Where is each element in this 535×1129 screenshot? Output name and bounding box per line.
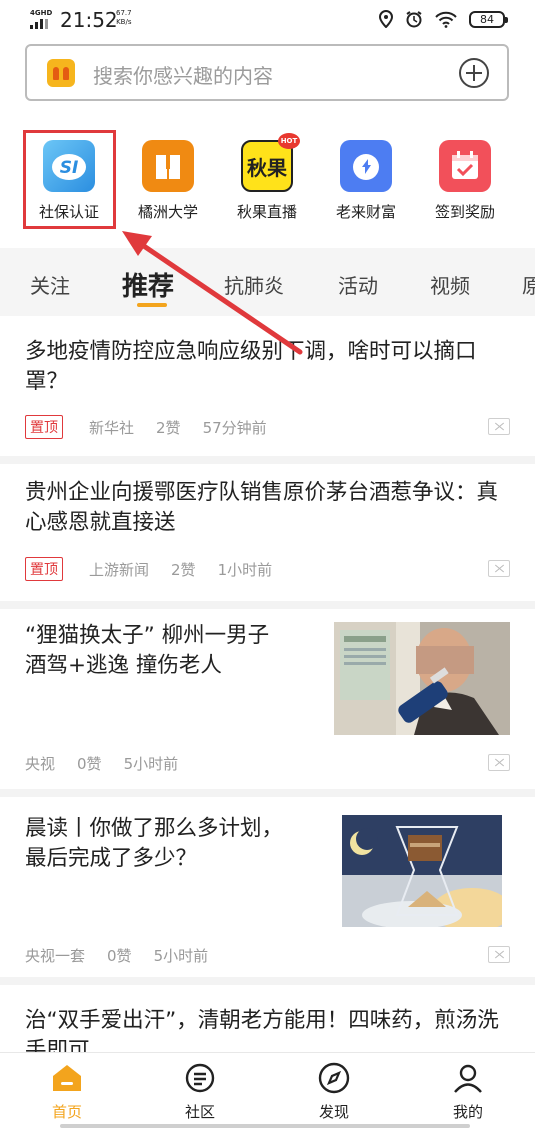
news-meta: 央视一套 0赞 5小时前 bbox=[25, 945, 230, 966]
nav-home[interactable]: 首页 bbox=[27, 1061, 107, 1122]
nav-label: 社区 bbox=[184, 1103, 215, 1121]
profile-icon bbox=[454, 1064, 482, 1093]
community-icon bbox=[185, 1063, 215, 1093]
nav-community[interactable]: 社区 bbox=[160, 1061, 240, 1122]
hourglass-photo[interactable] bbox=[342, 815, 502, 927]
signal-icon: 4GHD bbox=[30, 9, 52, 29]
home-indicator bbox=[60, 1124, 470, 1128]
location-icon bbox=[379, 10, 393, 28]
tab-recommended[interactable]: 推荐 bbox=[122, 266, 174, 303]
shortcut-label: 签到奖励 bbox=[434, 203, 495, 221]
dismiss-icon[interactable] bbox=[488, 560, 510, 577]
divider bbox=[0, 789, 535, 797]
shortcut-checkin-reward[interactable]: 签到奖励 bbox=[417, 140, 513, 222]
shortcut-label: 秋果直播 bbox=[236, 203, 297, 221]
news-title[interactable]: 贵州企业向援鄂医疗队销售原价茅台酒惹争议：真心感恩就直接送 bbox=[25, 478, 515, 538]
news-time: 5小时前 bbox=[153, 947, 209, 965]
news-likes: 2赞 bbox=[156, 418, 181, 437]
news-likes: 2赞 bbox=[171, 560, 196, 579]
shortcut-elderly-wealth[interactable]: 老来财富 bbox=[318, 140, 414, 222]
news-likes: 0赞 bbox=[77, 755, 102, 773]
breathalyzer-photo[interactable] bbox=[334, 622, 510, 735]
divider bbox=[0, 977, 535, 985]
status-bar: 4GHD 21:52 67.7 KB/s 84 bbox=[0, 0, 535, 40]
tab-activities[interactable]: 活动 bbox=[338, 270, 378, 299]
news-title[interactable]: 晨读丨你做了那么多计划，最后完成了多少？ bbox=[25, 814, 289, 874]
calendar-check-icon bbox=[439, 140, 491, 192]
clock: 21:52 bbox=[60, 8, 118, 32]
nav-label: 首页 bbox=[51, 1103, 82, 1121]
news-item[interactable]: 治“双手爱出汗”，清朝老方能用！四味药，煎汤洗手即可 bbox=[0, 985, 535, 1052]
news-item[interactable]: 多地疫情防控应急响应级别下调，啥时可以摘口罩？ 置顶 新华社 2赞 57分钟前 bbox=[0, 316, 535, 456]
status-icons: 84 bbox=[379, 10, 508, 28]
dismiss-icon[interactable] bbox=[488, 754, 510, 771]
news-item[interactable]: “狸猫换太子” 柳州一男子酒驾+逃逸 撞伤老人 央视 0赞 5小时前 bbox=[0, 609, 535, 789]
news-source: 央视 bbox=[25, 755, 56, 773]
pinned-tag: 置顶 bbox=[25, 415, 63, 439]
wifi-icon bbox=[435, 11, 457, 28]
news-item[interactable]: 贵州企业向援鄂医疗队销售原价茅台酒惹争议：真心感恩就直接送 置顶 上游新闻 2赞… bbox=[0, 464, 535, 601]
category-tabs: 关注 推荐 抗肺炎 活动 视频 原 bbox=[0, 248, 535, 316]
annotation-highlight-box bbox=[23, 130, 116, 229]
news-source: 央视一套 bbox=[25, 947, 86, 965]
network-speed: 67.7 KB/s bbox=[116, 9, 132, 27]
hot-badge: HOT bbox=[278, 133, 300, 149]
bottom-navigation: 首页 社区 发现 我的 bbox=[0, 1052, 535, 1129]
shortcut-qiuguo-live[interactable]: 秋果 HOT 秋果直播 bbox=[219, 133, 315, 222]
news-meta: 置顶 上游新闻 2赞 1小时前 bbox=[25, 557, 294, 581]
news-title[interactable]: “狸猫换太子” 柳州一男子酒驾+逃逸 撞伤老人 bbox=[25, 621, 289, 681]
dismiss-icon[interactable] bbox=[488, 946, 510, 963]
battery-icon: 84 bbox=[469, 10, 508, 28]
svg-text:秋果: 秋果 bbox=[247, 156, 287, 180]
tab-follow[interactable]: 关注 bbox=[30, 270, 70, 299]
divider bbox=[0, 601, 535, 609]
news-time: 1小时前 bbox=[217, 560, 273, 579]
tab-anti-pneumonia[interactable]: 抗肺炎 bbox=[224, 270, 284, 299]
search-bar[interactable]: 搜索你感兴趣的内容 bbox=[25, 44, 509, 101]
news-meta: 央视 0赞 5小时前 bbox=[25, 753, 200, 774]
shortcut-label: 老来财富 bbox=[335, 203, 396, 221]
news-time: 5小时前 bbox=[123, 755, 179, 773]
live-icon: 秋果 HOT bbox=[241, 133, 300, 192]
plus-circle-icon[interactable] bbox=[459, 58, 489, 88]
news-item[interactable]: 晨读丨你做了那么多计划，最后完成了多少？ 央视一套 0赞 5小时前 bbox=[0, 797, 535, 977]
nav-label: 我的 bbox=[452, 1103, 483, 1121]
alarm-icon bbox=[406, 11, 422, 28]
nav-discover[interactable]: 发现 bbox=[294, 1061, 374, 1122]
pinned-tag: 置顶 bbox=[25, 557, 63, 581]
compass-icon bbox=[318, 1062, 350, 1094]
news-title[interactable]: 多地疫情防控应急响应级别下调，啥时可以摘口罩？ bbox=[25, 337, 515, 397]
speed-value: 67.7 bbox=[116, 9, 132, 17]
news-time: 57分钟前 bbox=[202, 418, 267, 437]
nav-label: 发现 bbox=[318, 1103, 349, 1121]
search-placeholder[interactable]: 搜索你感兴趣的内容 bbox=[93, 60, 273, 89]
news-source: 上游新闻 bbox=[89, 560, 150, 579]
network-type: 4GHD bbox=[30, 9, 53, 17]
app-logo-icon bbox=[47, 59, 75, 87]
tab-original[interactable]: 原 bbox=[522, 270, 535, 299]
active-tab-indicator bbox=[137, 303, 167, 307]
nav-profile[interactable]: 我的 bbox=[428, 1061, 508, 1122]
app-screen: 4GHD 21:52 67.7 KB/s 84 搜索你感兴趣的内容 SI 社保认… bbox=[0, 0, 535, 1129]
news-title[interactable]: 治“双手爱出汗”，清朝老方能用！四味药，煎汤洗手即可 bbox=[25, 1006, 515, 1052]
news-meta: 置顶 新华社 2赞 57分钟前 bbox=[25, 415, 289, 439]
shortcut-label: 橘洲大学 bbox=[137, 203, 198, 221]
news-source: 新华社 bbox=[89, 418, 135, 437]
wealth-icon bbox=[340, 140, 392, 192]
tab-videos[interactable]: 视频 bbox=[430, 270, 470, 299]
shortcut-juzhou-university[interactable]: 橘洲大学 bbox=[120, 140, 216, 222]
dismiss-icon[interactable] bbox=[488, 418, 510, 435]
home-icon bbox=[53, 1065, 81, 1091]
speed-unit: KB/s bbox=[116, 18, 132, 26]
divider bbox=[0, 456, 535, 464]
news-likes: 0赞 bbox=[107, 947, 132, 965]
book-icon bbox=[142, 140, 194, 192]
